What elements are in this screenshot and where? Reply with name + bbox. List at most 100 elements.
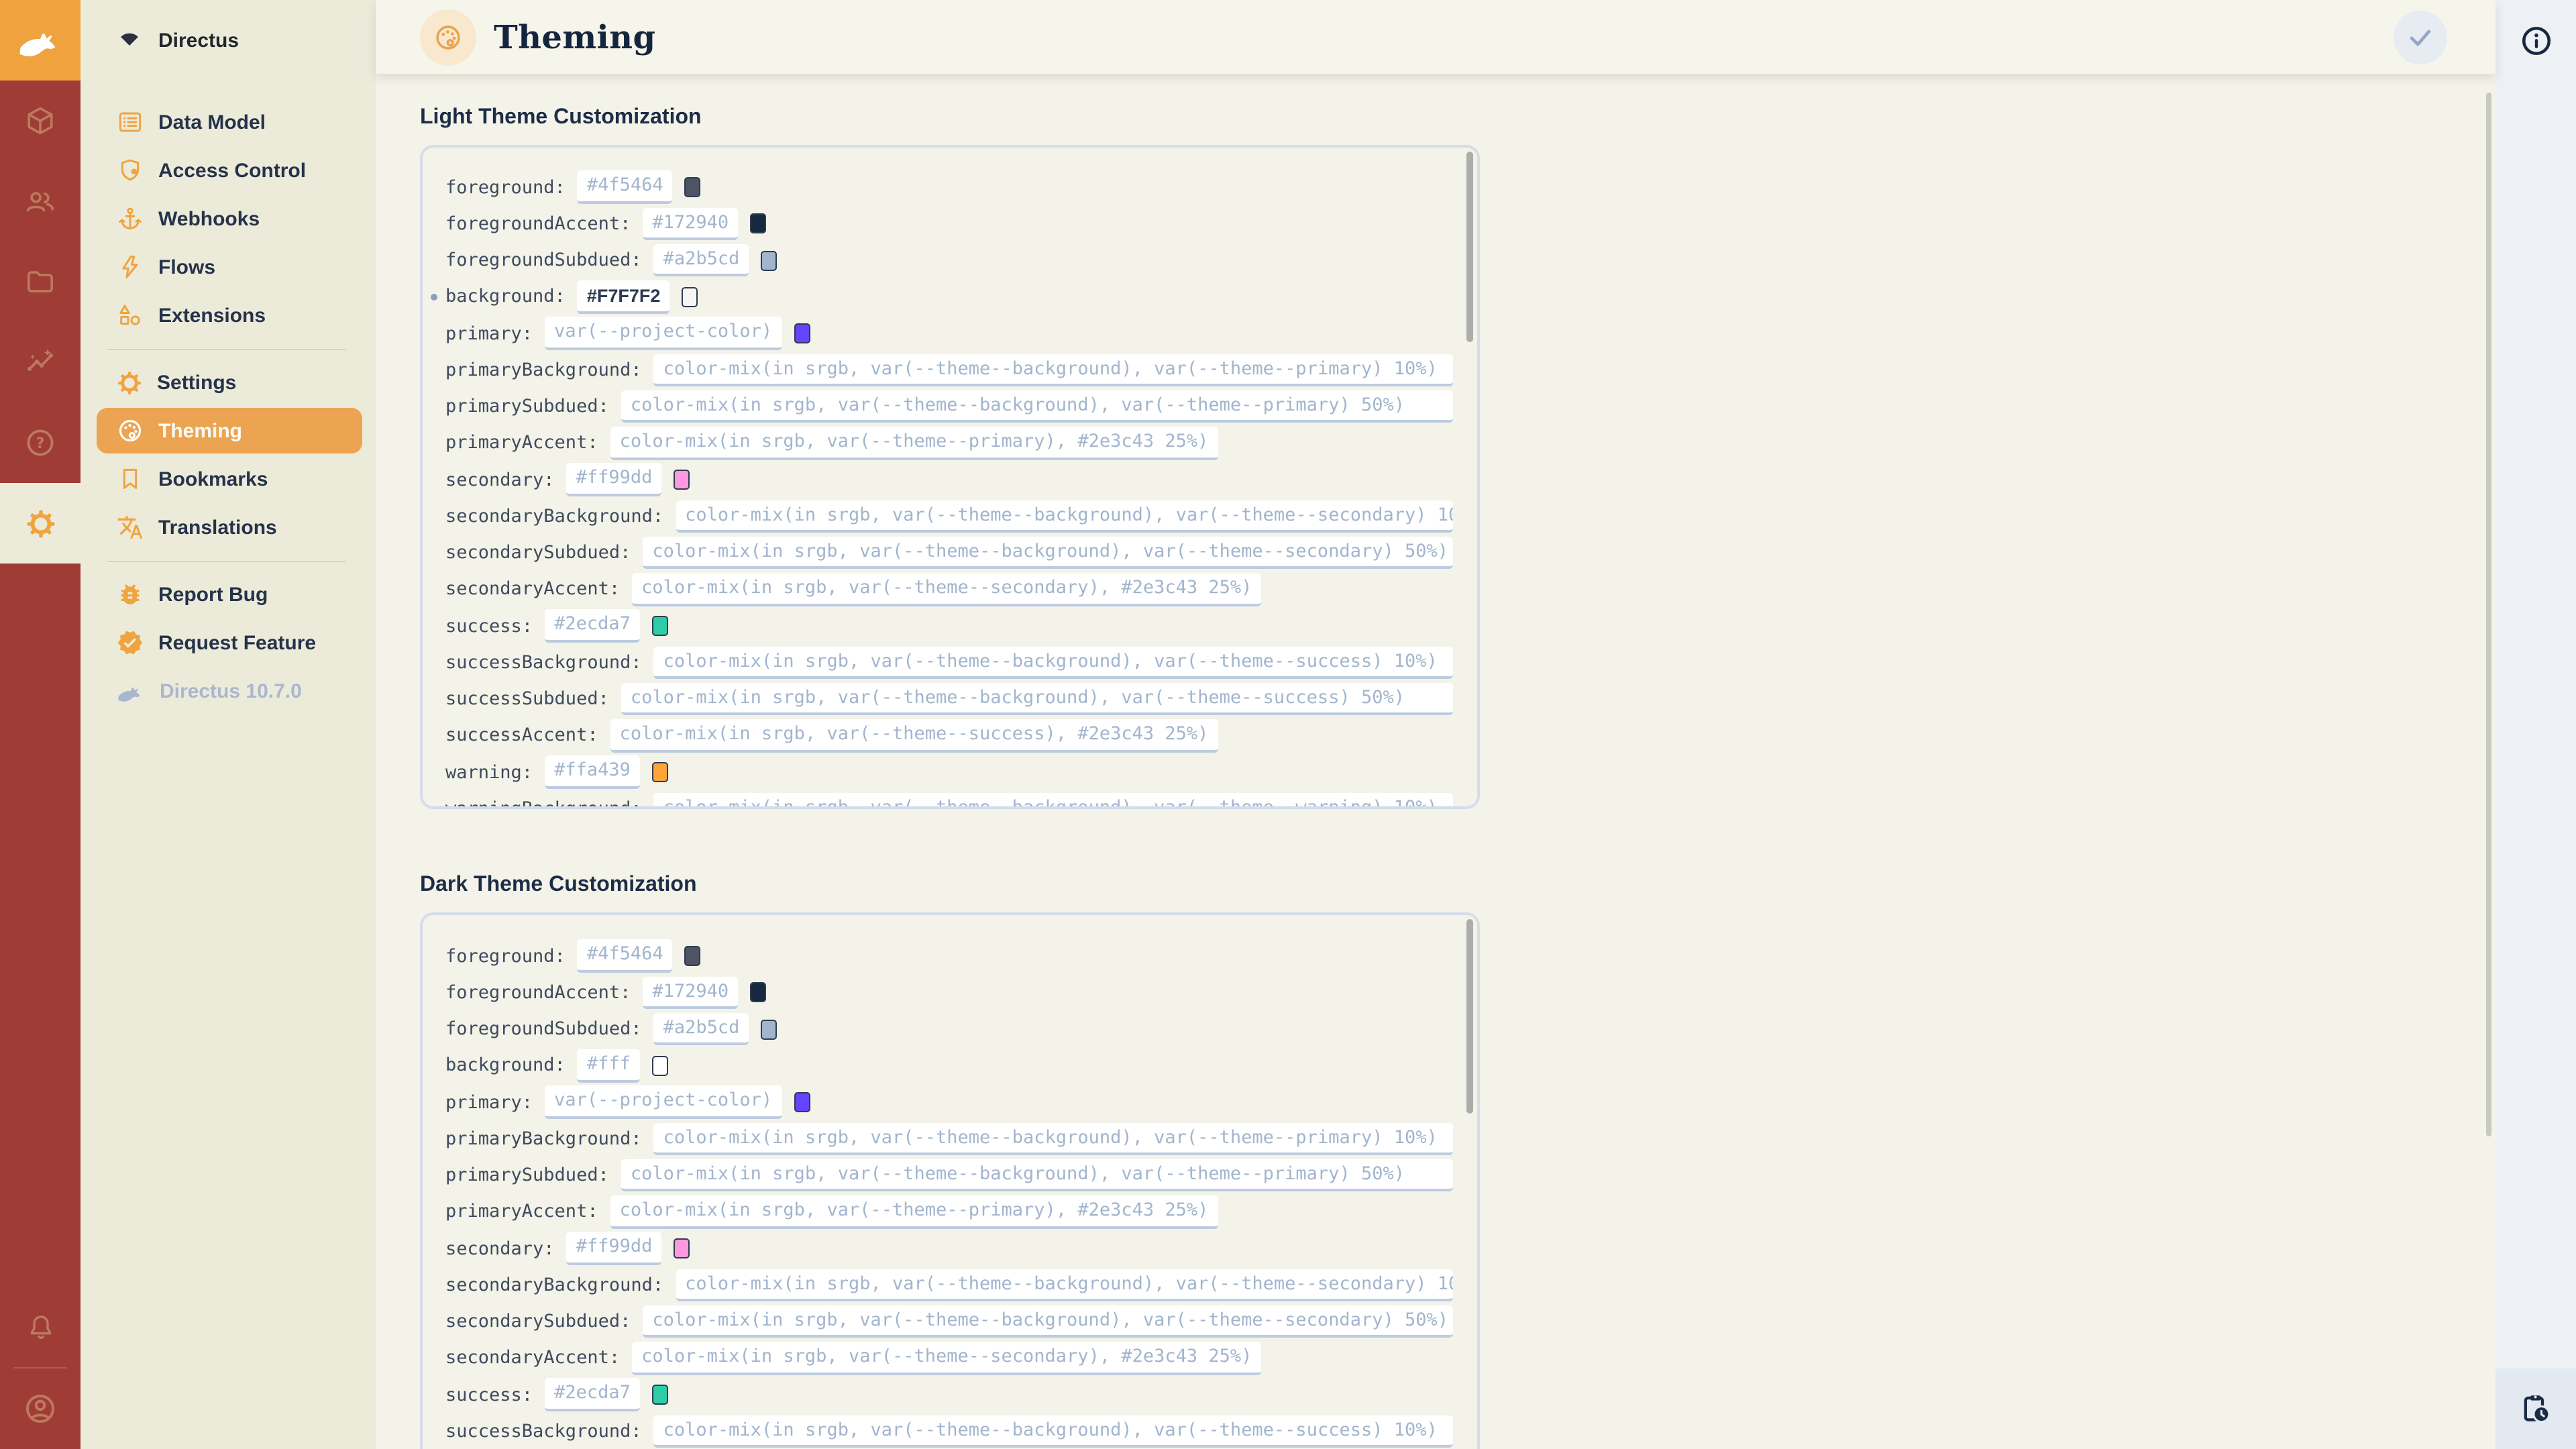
theme-rule-successSubdued: successSubdued: color-mix(in srgb, var(--… (445, 681, 1453, 718)
nav-item-label: Extensions (158, 304, 266, 327)
rule-key: background: (445, 1055, 566, 1077)
theme-rule-foregroundAccent: foregroundAccent:#172940 (445, 975, 1453, 1012)
rule-value-input[interactable]: #fff (578, 1049, 640, 1082)
theme-rule-successBackground: successBackground:color-mix(in srgb, var… (445, 1413, 1453, 1449)
rule-key: successSubdued: (445, 688, 609, 710)
rule-value-input[interactable]: #2ecda7 (545, 610, 640, 643)
rule-value-input[interactable]: color-mix(in srgb, var(--theme--backgrou… (654, 1122, 1453, 1155)
nav-item-bookmarks[interactable]: Bookmarks (97, 456, 362, 502)
rule-value-input[interactable]: var(--project-color) (545, 1086, 782, 1119)
bug-icon (117, 581, 144, 608)
page-scrollbar-thumb[interactable] (2486, 93, 2491, 1136)
rule-value-input[interactable]: color-mix(in srgb, var(--theme--primary)… (610, 427, 1218, 460)
rule-value-input[interactable]: color-mix(in srgb, var(--theme--secondar… (632, 573, 1261, 606)
rule-value-input[interactable]: color-mix(in srgb, var(--theme--backgrou… (654, 792, 1453, 809)
rule-value-input[interactable]: color-mix(in srgb, var(--theme--backgrou… (621, 683, 1453, 716)
nav-item-label: Webhooks (158, 207, 260, 230)
activity-sidebar-button[interactable] (2496, 1368, 2576, 1449)
right-sidebar (2496, 0, 2576, 1449)
rule-value-input[interactable]: color-mix(in srgb, var(--theme--success)… (610, 719, 1218, 752)
anchor-icon (117, 205, 144, 232)
rule-value-input[interactable]: color-mix(in srgb, var(--theme--primary)… (610, 1195, 1218, 1228)
dark-theme-section-title: Dark Theme Customization (420, 873, 2496, 898)
rule-value-input[interactable]: color-mix(in srgb, var(--theme--backgrou… (654, 646, 1453, 679)
module-settings[interactable] (0, 483, 80, 564)
save-button[interactable] (2394, 10, 2447, 64)
rule-value-input[interactable]: var(--project-color) (545, 317, 782, 350)
theme-rule-secondaryAccent: secondaryAccent:color-mix(in srgb, var(-… (445, 1340, 1453, 1377)
nav-item-settings[interactable]: Settings (97, 360, 362, 405)
shapes-icon (117, 302, 144, 329)
rule-value-input[interactable]: #ff99dd (567, 1232, 662, 1265)
verified-badge-icon (117, 629, 144, 656)
theme-rule-foreground: foreground:#4f5464 (445, 169, 1453, 206)
notifications-button[interactable] (0, 1287, 80, 1367)
module-content[interactable] (0, 80, 80, 161)
theme-rule-foregroundSubdued: foregroundSubdued:#a2b5cd (445, 1011, 1453, 1048)
nav-item-theming[interactable]: Theming (97, 408, 362, 453)
module-insights[interactable] (0, 322, 80, 402)
dark-theme-editor[interactable]: foreground:#4f5464foregroundAccent:#1729… (420, 912, 1480, 1449)
rule-key: warning: (445, 761, 533, 783)
theme-rule-primarySubdued: primarySubdued:color-mix(in srgb, var(--… (445, 1157, 1453, 1194)
rule-key: primaryBackground: (445, 360, 642, 381)
rule-key: primaryAccent: (445, 1201, 598, 1223)
info-icon (2519, 23, 2553, 57)
rule-value-input[interactable]: #a2b5cd (654, 1013, 749, 1046)
rule-value-input[interactable]: color-mix(in srgb, var(--theme--secondar… (632, 1342, 1261, 1375)
rule-value-input[interactable]: #4f5464 (578, 171, 673, 204)
nav-divider (107, 349, 346, 350)
light-theme-editor[interactable]: foreground:#4f5464 foregroundAccent: #1729… (420, 145, 1480, 809)
theme-rule-primary: primary:var(--project-color) (445, 1084, 1453, 1121)
rule-value-input[interactable]: #F7F7F2 (578, 280, 670, 313)
editor-scrollbar-thumb[interactable] (1466, 919, 1473, 1114)
directus-app: Directus Data Model Access Control Webho… (0, 0, 2576, 1449)
nav-item-translations[interactable]: Translations (97, 504, 362, 550)
nav-item-data-model[interactable]: Data Model (97, 99, 362, 145)
gear-icon (117, 370, 142, 395)
module-file-library[interactable] (0, 241, 80, 322)
color-swatch (674, 1238, 690, 1258)
nav-item-access-control[interactable]: Access Control (97, 148, 362, 193)
rule-value-input[interactable]: #172940 (643, 976, 738, 1009)
nav-item-webhooks[interactable]: Webhooks (97, 196, 362, 241)
palette-icon (117, 417, 144, 444)
theme-rule-successBackground: successBackground:color-mix(in srgb, var… (445, 645, 1453, 682)
rule-value-input[interactable]: #4f5464 (578, 940, 673, 973)
rule-value-input[interactable]: color-mix(in srgb, var(--theme--backgrou… (654, 1415, 1453, 1448)
folder-icon (24, 266, 56, 298)
directus-logo-button[interactable] (0, 0, 80, 80)
nav-item-extensions[interactable]: Extensions (97, 292, 362, 338)
rule-key: secondary: (445, 1238, 555, 1259)
app-version[interactable]: Directus 10.7.0 (97, 668, 362, 714)
theme-rule-secondaryBackground: secondaryBackground:color-mix(in srgb, v… (445, 1267, 1453, 1304)
rule-value-input[interactable]: color-mix(in srgb, var(--theme--backgrou… (676, 500, 1453, 533)
rule-value-input[interactable]: color-mix(in srgb, var(--theme--backgrou… (676, 1269, 1453, 1301)
module-user-directory[interactable] (0, 161, 80, 241)
nav-list: Data Model Access Control Webhooks Flows… (80, 97, 376, 716)
rule-value-input[interactable]: color-mix(in srgb, var(--theme--backgrou… (621, 390, 1453, 423)
theme-rule-primaryAccent: primaryAccent:color-mix(in srgb, var(--t… (445, 425, 1453, 462)
rule-value-input[interactable]: #ff99dd (567, 464, 662, 496)
person-circle-icon (23, 1391, 58, 1426)
rule-key: foregroundSubdued: (445, 250, 642, 271)
rule-value-input[interactable]: color-mix(in srgb, var(--theme--backgrou… (643, 1305, 1453, 1338)
rule-value-input[interactable]: #a2b5cd (654, 244, 749, 277)
info-sidebar-button[interactable] (2508, 12, 2564, 68)
color-swatch (674, 470, 690, 490)
rule-value-input[interactable]: color-mix(in srgb, var(--theme--backgrou… (621, 1159, 1453, 1192)
rule-value-input[interactable]: color-mix(in srgb, var(--theme--backgrou… (643, 537, 1453, 570)
editor-scrollbar-thumb[interactable] (1466, 152, 1473, 342)
rule-key: primarySubdued: (445, 396, 609, 417)
nav-item-report-bug[interactable]: Report Bug (97, 572, 362, 617)
project-info[interactable]: Directus (80, 0, 376, 80)
module-help[interactable] (0, 402, 80, 483)
nav-item-flows[interactable]: Flows (97, 244, 362, 290)
rule-value-input[interactable]: #ffa439 (545, 756, 640, 789)
nav-item-request-feature[interactable]: Request Feature (97, 620, 362, 665)
rule-value-input[interactable]: #2ecda7 (545, 1379, 640, 1411)
rule-value-input[interactable]: #172940 (643, 207, 738, 240)
rule-value-input[interactable]: color-mix(in srgb, var(--theme--backgrou… (654, 354, 1453, 386)
rule-key: foregroundAccent: (445, 213, 631, 235)
user-avatar-button[interactable] (0, 1368, 80, 1449)
